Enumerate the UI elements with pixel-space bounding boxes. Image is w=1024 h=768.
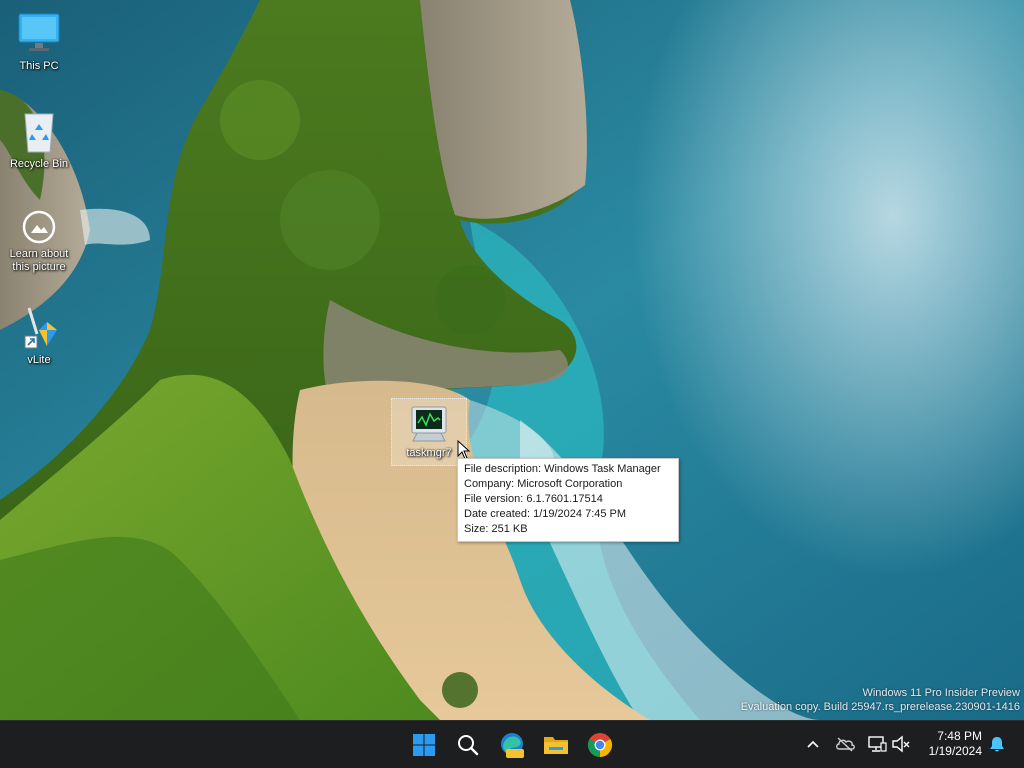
volume-button[interactable] [890, 733, 912, 755]
watermark-line-1: Windows 11 Pro Insider Preview [862, 687, 1020, 699]
onedrive-button[interactable] [834, 733, 856, 755]
chevron-up-icon [807, 740, 819, 748]
start-button[interactable] [404, 725, 444, 765]
desktop-icon-label: taskmgr7 [406, 447, 452, 459]
file-info-tooltip: File description: Windows Task Manager C… [457, 458, 679, 542]
tooltip-company: Company: Microsoft Corporation [464, 478, 623, 490]
desktop-icon-this-pc[interactable]: This PC [0, 10, 78, 73]
tooltip-version: File version: 6.1.7601.17514 [464, 493, 603, 505]
network-icon [868, 736, 887, 752]
search-icon [458, 735, 479, 756]
file-explorer-button[interactable] [536, 725, 576, 765]
taskbar: 7:48 PM 1/19/2024 [0, 720, 1024, 768]
mouse-pointer-icon [457, 440, 471, 460]
show-hidden-icons-button[interactable] [802, 733, 824, 755]
task-manager-icon [407, 403, 451, 447]
camera-info-icon [15, 208, 63, 246]
chrome-button[interactable] [580, 725, 620, 765]
desktop-icon-label: Recycle Bin [9, 158, 69, 170]
bell-icon [990, 737, 1004, 752]
folder-icon [544, 737, 568, 754]
clock-time: 7:48 PM [937, 729, 982, 743]
network-button[interactable] [866, 733, 888, 755]
tooltip-date-created: Date created: 1/19/2024 7:45 PM [464, 508, 627, 520]
chrome-icon [587, 733, 613, 757]
desktop-icon-recycle-bin[interactable]: Recycle Bin [0, 108, 78, 171]
watermark-line-2: Evaluation copy. Build 25947.rs_prerelea… [740, 701, 1020, 713]
edge-preview-button[interactable] [492, 725, 532, 765]
windows-logo-icon [413, 734, 435, 756]
notifications-button[interactable] [986, 733, 1008, 755]
desktop-icon-vlite[interactable]: vLite [0, 304, 78, 367]
wallpaper [0, 0, 1024, 720]
clock-date: 1/19/2024 [928, 744, 982, 758]
tooltip-size: Size: 251 KB [464, 523, 528, 535]
recycle-bin-icon [15, 108, 63, 156]
taskbar-clock[interactable]: 7:48 PM 1/19/2024 [912, 729, 982, 759]
desktop-icon-label: vLite [27, 354, 51, 366]
vlite-icon [15, 304, 63, 352]
tooltip-description: File description: Windows Task Manager [464, 463, 661, 475]
desktop-icon-taskmgr7[interactable]: taskmgr7 [391, 398, 467, 466]
desktop[interactable]: This PC Recycle Bin Learn about this pic… [0, 0, 1024, 720]
edge-pre-icon [501, 733, 524, 758]
volume-muted-icon [892, 735, 910, 753]
desktop-icon-label: Learn about this picture [9, 248, 69, 273]
search-button[interactable] [448, 725, 488, 765]
monitor-icon [15, 10, 63, 58]
desktop-icon-label: This PC [19, 60, 59, 72]
onedrive-icon [836, 737, 855, 752]
desktop-icon-learn-about-this-picture[interactable]: Learn about this picture [0, 208, 78, 274]
evaluation-watermark: Windows 11 Pro Insider Preview Evaluatio… [741, 686, 1020, 714]
